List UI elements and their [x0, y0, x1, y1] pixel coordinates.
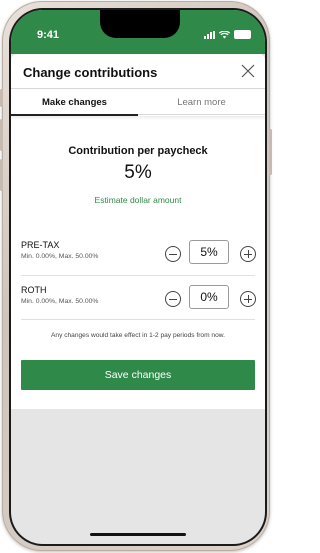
- status-time: 9:41: [37, 29, 60, 41]
- row-divider: [21, 275, 255, 276]
- silent-switch: [0, 89, 3, 107]
- close-icon[interactable]: [239, 62, 257, 80]
- sheet-title: Change contributions: [23, 65, 158, 80]
- battery-icon: [234, 30, 251, 39]
- home-indicator: [90, 533, 186, 536]
- row-subtitle: Min. 0.00%, Max. 50.00%: [21, 253, 99, 260]
- estimate-dollar-link[interactable]: Estimate dollar amount: [11, 195, 265, 205]
- increment-button[interactable]: [240, 291, 256, 307]
- tab-make-changes[interactable]: Make changes: [11, 90, 138, 116]
- row-divider: [21, 319, 255, 320]
- tab-learn-more[interactable]: Learn more: [138, 90, 265, 115]
- volume-up-button: [0, 119, 3, 151]
- row-title: ROTH: [21, 285, 47, 295]
- row-subtitle: Min. 0.00%, Max. 50.00%: [21, 298, 99, 305]
- power-button: [269, 129, 272, 175]
- contribution-value: 5%: [124, 162, 152, 183]
- roth-row: ROTH Min. 0.00%, Max. 50.00% 0%: [11, 279, 265, 317]
- decrement-button[interactable]: [165, 291, 181, 307]
- increment-button[interactable]: [240, 246, 256, 262]
- pretax-value-input[interactable]: 5%: [189, 240, 229, 264]
- signal-icon: [204, 30, 215, 39]
- roth-value-input[interactable]: 0%: [189, 285, 229, 309]
- effective-note: Any changes would take effect in 1-2 pay…: [51, 332, 225, 339]
- header-divider: [11, 88, 265, 89]
- save-changes-button[interactable]: Save changes: [21, 360, 255, 390]
- contribution-label: Contribution per paycheck: [68, 145, 208, 157]
- phone-frame: 9:41 Change contributions Make changes L…: [0, 1, 272, 551]
- decrement-button[interactable]: [165, 246, 181, 262]
- wifi-icon: [219, 30, 230, 38]
- volume-down-button: [0, 159, 3, 191]
- status-bar: 9:41: [11, 10, 265, 54]
- notch: [100, 10, 180, 38]
- tab-shadow: [11, 116, 265, 120]
- status-icons: [204, 30, 251, 39]
- row-title: PRE-TAX: [21, 240, 60, 250]
- change-contributions-sheet: Change contributions Make changes Learn …: [11, 54, 265, 409]
- phone-screen: 9:41 Change contributions Make changes L…: [11, 10, 265, 544]
- pretax-row: PRE-TAX Min. 0.00%, Max. 50.00% 5%: [11, 234, 265, 272]
